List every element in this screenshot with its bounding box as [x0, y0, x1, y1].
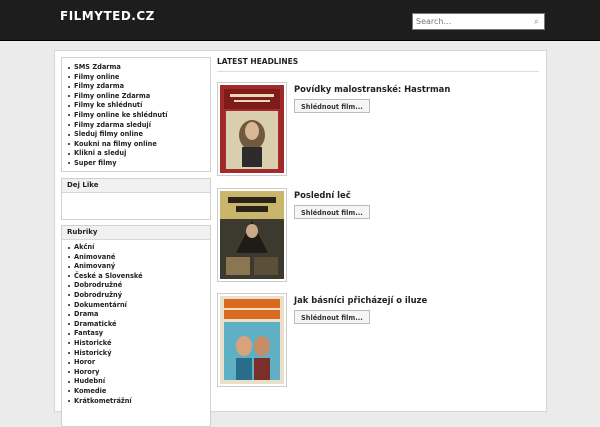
- watch-film-button[interactable]: Shlédnout film...: [294, 310, 370, 324]
- sidebar-links-box: SMS Zdarma Filmy online Filmy zdarma Fil…: [61, 57, 211, 172]
- rubriky-list: Akční Animované Animovaný České a Sloven…: [62, 240, 210, 406]
- sidebar-link[interactable]: Sleduj filmy online: [62, 130, 210, 140]
- category-link[interactable]: Animovaný: [62, 262, 210, 272]
- category-link[interactable]: Hudební: [62, 377, 210, 387]
- category-link[interactable]: Dobrodružný: [62, 291, 210, 301]
- category-link[interactable]: Dobrodružné: [62, 281, 210, 291]
- sidebar-link[interactable]: Filmy online: [62, 73, 210, 83]
- sidebar-link[interactable]: Filmy online ke shlédnutí: [62, 111, 210, 121]
- search-icon[interactable]: ⌕: [531, 16, 542, 27]
- sidebar-links-list: SMS Zdarma Filmy online Filmy zdarma Fil…: [62, 58, 210, 169]
- search-box: ⌕: [412, 13, 545, 30]
- rubriky-title: Rubriky: [62, 226, 210, 240]
- like-box: Dej Like: [61, 178, 211, 220]
- category-link[interactable]: České a Slovenské: [62, 272, 210, 282]
- category-link[interactable]: Horory: [62, 368, 210, 378]
- category-link[interactable]: Animované: [62, 253, 210, 263]
- category-link[interactable]: Fantasy: [62, 329, 210, 339]
- poster-image: [220, 296, 284, 384]
- poster-image: [220, 191, 284, 279]
- sidebar-link[interactable]: Koukni na filmy online: [62, 140, 210, 150]
- rubriky-box: Rubriky Akční Animované Animovaný České …: [61, 225, 211, 427]
- film-poster[interactable]: [217, 82, 287, 176]
- search-input[interactable]: [413, 14, 528, 29]
- film-poster[interactable]: [217, 293, 287, 387]
- category-link[interactable]: Horor: [62, 358, 210, 368]
- watch-film-button[interactable]: Shlédnout film...: [294, 99, 370, 113]
- top-bar: FILMYTED.CZ ⌕: [0, 0, 600, 41]
- main-content: LATEST HEADLINES Povídky malostranské: H…: [217, 57, 539, 387]
- sidebar-link[interactable]: Klikni a sleduj: [62, 149, 210, 159]
- category-link[interactable]: Dramatické: [62, 320, 210, 330]
- poster-image: [220, 85, 284, 173]
- sidebar-link[interactable]: Filmy zdarma: [62, 82, 210, 92]
- film-title[interactable]: Jak básníci přicházejí o iluze: [294, 295, 427, 305]
- category-link[interactable]: Historický: [62, 349, 210, 359]
- like-box-title: Dej Like: [62, 179, 210, 193]
- category-link[interactable]: Historické: [62, 339, 210, 349]
- film-title[interactable]: Poslední leč: [294, 190, 351, 200]
- sidebar-link[interactable]: Filmy ke shlédnutí: [62, 101, 210, 111]
- sidebar-link[interactable]: Filmy zdarma sledují: [62, 121, 210, 131]
- sidebar-link[interactable]: Filmy online Zdarma: [62, 92, 210, 102]
- category-link[interactable]: Akční: [62, 243, 210, 253]
- category-link[interactable]: Komedie: [62, 387, 210, 397]
- film-title[interactable]: Povídky malostranské: Hastrman: [294, 84, 450, 94]
- latest-headlines-heading: LATEST HEADLINES: [217, 57, 539, 72]
- site-logo[interactable]: FILMYTED.CZ: [60, 9, 155, 23]
- sidebar-link[interactable]: SMS Zdarma: [62, 63, 210, 73]
- film-poster[interactable]: [217, 188, 287, 282]
- category-link[interactable]: Krátkometrážní: [62, 397, 210, 407]
- page-container: SMS Zdarma Filmy online Filmy zdarma Fil…: [54, 50, 547, 427]
- sidebar-link[interactable]: Super filmy: [62, 159, 210, 169]
- category-link[interactable]: Dokumentární: [62, 301, 210, 311]
- category-link[interactable]: Drama: [62, 310, 210, 320]
- watch-film-button[interactable]: Shlédnout film...: [294, 205, 370, 219]
